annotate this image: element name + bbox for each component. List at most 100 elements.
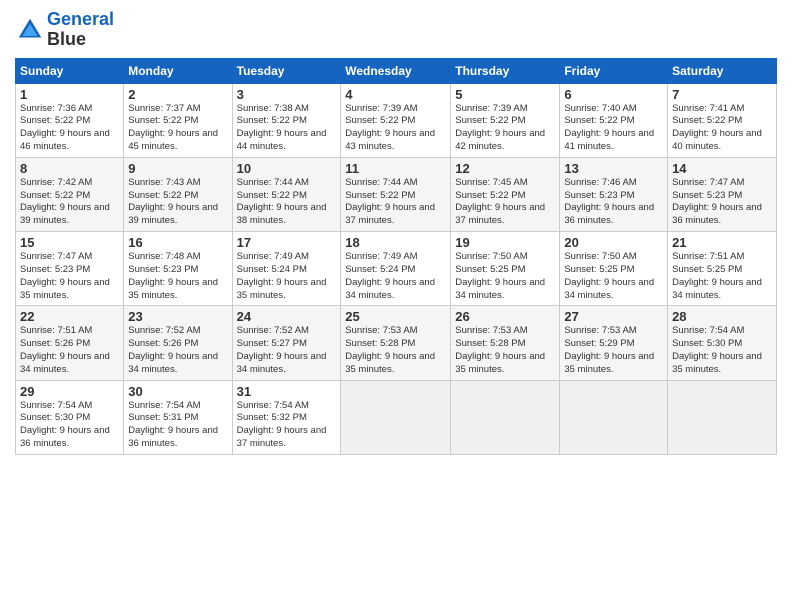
calendar-cell: 16 Sunrise: 7:48 AM Sunset: 5:23 PM Dayl…	[124, 232, 232, 306]
day-number: 18	[345, 235, 446, 250]
calendar-cell: 19 Sunrise: 7:50 AM Sunset: 5:25 PM Dayl…	[451, 232, 560, 306]
day-info: Sunrise: 7:53 AM Sunset: 5:29 PM Dayligh…	[564, 325, 663, 376]
day-info: Sunrise: 7:51 AM Sunset: 5:25 PM Dayligh…	[672, 251, 772, 302]
calendar-cell: 14 Sunrise: 7:47 AM Sunset: 5:23 PM Dayl…	[668, 157, 777, 231]
calendar-cell: 2 Sunrise: 7:37 AM Sunset: 5:22 PM Dayli…	[124, 83, 232, 157]
calendar-cell: 10 Sunrise: 7:44 AM Sunset: 5:22 PM Dayl…	[232, 157, 341, 231]
calendar-cell: 11 Sunrise: 7:44 AM Sunset: 5:22 PM Dayl…	[341, 157, 451, 231]
day-header: Thursday	[451, 58, 560, 83]
day-header: Saturday	[668, 58, 777, 83]
calendar-cell: 12 Sunrise: 7:45 AM Sunset: 5:22 PM Dayl…	[451, 157, 560, 231]
calendar-week-row: 1 Sunrise: 7:36 AM Sunset: 5:22 PM Dayli…	[16, 83, 777, 157]
day-info: Sunrise: 7:46 AM Sunset: 5:23 PM Dayligh…	[564, 177, 663, 228]
day-header: Monday	[124, 58, 232, 83]
calendar-cell: 25 Sunrise: 7:53 AM Sunset: 5:28 PM Dayl…	[341, 306, 451, 380]
day-number: 31	[237, 384, 337, 399]
day-info: Sunrise: 7:50 AM Sunset: 5:25 PM Dayligh…	[564, 251, 663, 302]
day-number: 12	[455, 161, 555, 176]
calendar-cell: 3 Sunrise: 7:38 AM Sunset: 5:22 PM Dayli…	[232, 83, 341, 157]
day-info: Sunrise: 7:47 AM Sunset: 5:23 PM Dayligh…	[20, 251, 119, 302]
day-number: 29	[20, 384, 119, 399]
calendar-cell: 20 Sunrise: 7:50 AM Sunset: 5:25 PM Dayl…	[560, 232, 668, 306]
day-number: 9	[128, 161, 227, 176]
day-number: 7	[672, 87, 772, 102]
day-number: 30	[128, 384, 227, 399]
calendar-cell: 30 Sunrise: 7:54 AM Sunset: 5:31 PM Dayl…	[124, 380, 232, 454]
calendar-cell: 18 Sunrise: 7:49 AM Sunset: 5:24 PM Dayl…	[341, 232, 451, 306]
day-info: Sunrise: 7:39 AM Sunset: 5:22 PM Dayligh…	[345, 103, 446, 154]
day-number: 23	[128, 309, 227, 324]
calendar-cell: 27 Sunrise: 7:53 AM Sunset: 5:29 PM Dayl…	[560, 306, 668, 380]
calendar-cell: 6 Sunrise: 7:40 AM Sunset: 5:22 PM Dayli…	[560, 83, 668, 157]
day-info: Sunrise: 7:49 AM Sunset: 5:24 PM Dayligh…	[237, 251, 337, 302]
page-container: General Blue SundayMondayTuesdayWednesda…	[0, 0, 792, 465]
day-number: 20	[564, 235, 663, 250]
calendar-cell: 17 Sunrise: 7:49 AM Sunset: 5:24 PM Dayl…	[232, 232, 341, 306]
calendar-cell: 13 Sunrise: 7:46 AM Sunset: 5:23 PM Dayl…	[560, 157, 668, 231]
calendar-cell	[341, 380, 451, 454]
day-number: 19	[455, 235, 555, 250]
calendar-table: SundayMondayTuesdayWednesdayThursdayFrid…	[15, 58, 777, 455]
day-info: Sunrise: 7:36 AM Sunset: 5:22 PM Dayligh…	[20, 103, 119, 154]
day-info: Sunrise: 7:44 AM Sunset: 5:22 PM Dayligh…	[237, 177, 337, 228]
calendar-cell: 21 Sunrise: 7:51 AM Sunset: 5:25 PM Dayl…	[668, 232, 777, 306]
calendar-cell: 26 Sunrise: 7:53 AM Sunset: 5:28 PM Dayl…	[451, 306, 560, 380]
day-number: 2	[128, 87, 227, 102]
day-info: Sunrise: 7:45 AM Sunset: 5:22 PM Dayligh…	[455, 177, 555, 228]
day-number: 28	[672, 309, 772, 324]
day-number: 26	[455, 309, 555, 324]
day-info: Sunrise: 7:54 AM Sunset: 5:30 PM Dayligh…	[672, 325, 772, 376]
calendar-cell: 9 Sunrise: 7:43 AM Sunset: 5:22 PM Dayli…	[124, 157, 232, 231]
page-header: General Blue	[15, 10, 777, 50]
day-number: 1	[20, 87, 119, 102]
calendar-week-row: 22 Sunrise: 7:51 AM Sunset: 5:26 PM Dayl…	[16, 306, 777, 380]
calendar-cell	[560, 380, 668, 454]
day-number: 16	[128, 235, 227, 250]
day-header: Wednesday	[341, 58, 451, 83]
day-number: 5	[455, 87, 555, 102]
day-info: Sunrise: 7:38 AM Sunset: 5:22 PM Dayligh…	[237, 103, 337, 154]
calendar-cell: 31 Sunrise: 7:54 AM Sunset: 5:32 PM Dayl…	[232, 380, 341, 454]
day-info: Sunrise: 7:54 AM Sunset: 5:30 PM Dayligh…	[20, 400, 119, 451]
calendar-cell: 7 Sunrise: 7:41 AM Sunset: 5:22 PM Dayli…	[668, 83, 777, 157]
calendar-cell: 23 Sunrise: 7:52 AM Sunset: 5:26 PM Dayl…	[124, 306, 232, 380]
logo-text: General Blue	[47, 10, 114, 50]
day-number: 24	[237, 309, 337, 324]
day-header: Sunday	[16, 58, 124, 83]
day-info: Sunrise: 7:53 AM Sunset: 5:28 PM Dayligh…	[345, 325, 446, 376]
day-header: Friday	[560, 58, 668, 83]
day-info: Sunrise: 7:42 AM Sunset: 5:22 PM Dayligh…	[20, 177, 119, 228]
day-number: 22	[20, 309, 119, 324]
calendar-cell	[668, 380, 777, 454]
day-number: 13	[564, 161, 663, 176]
calendar-cell: 29 Sunrise: 7:54 AM Sunset: 5:30 PM Dayl…	[16, 380, 124, 454]
calendar-cell: 5 Sunrise: 7:39 AM Sunset: 5:22 PM Dayli…	[451, 83, 560, 157]
day-info: Sunrise: 7:48 AM Sunset: 5:23 PM Dayligh…	[128, 251, 227, 302]
calendar-cell: 22 Sunrise: 7:51 AM Sunset: 5:26 PM Dayl…	[16, 306, 124, 380]
logo-icon	[15, 15, 45, 45]
day-number: 6	[564, 87, 663, 102]
day-number: 21	[672, 235, 772, 250]
day-info: Sunrise: 7:52 AM Sunset: 5:26 PM Dayligh…	[128, 325, 227, 376]
day-number: 8	[20, 161, 119, 176]
calendar-week-row: 8 Sunrise: 7:42 AM Sunset: 5:22 PM Dayli…	[16, 157, 777, 231]
day-number: 10	[237, 161, 337, 176]
day-info: Sunrise: 7:47 AM Sunset: 5:23 PM Dayligh…	[672, 177, 772, 228]
day-info: Sunrise: 7:54 AM Sunset: 5:32 PM Dayligh…	[237, 400, 337, 451]
day-info: Sunrise: 7:51 AM Sunset: 5:26 PM Dayligh…	[20, 325, 119, 376]
day-number: 4	[345, 87, 446, 102]
day-info: Sunrise: 7:50 AM Sunset: 5:25 PM Dayligh…	[455, 251, 555, 302]
day-header: Tuesday	[232, 58, 341, 83]
calendar-cell: 28 Sunrise: 7:54 AM Sunset: 5:30 PM Dayl…	[668, 306, 777, 380]
day-info: Sunrise: 7:54 AM Sunset: 5:31 PM Dayligh…	[128, 400, 227, 451]
calendar-week-row: 29 Sunrise: 7:54 AM Sunset: 5:30 PM Dayl…	[16, 380, 777, 454]
day-number: 25	[345, 309, 446, 324]
day-info: Sunrise: 7:53 AM Sunset: 5:28 PM Dayligh…	[455, 325, 555, 376]
day-info: Sunrise: 7:41 AM Sunset: 5:22 PM Dayligh…	[672, 103, 772, 154]
calendar-cell: 8 Sunrise: 7:42 AM Sunset: 5:22 PM Dayli…	[16, 157, 124, 231]
day-info: Sunrise: 7:39 AM Sunset: 5:22 PM Dayligh…	[455, 103, 555, 154]
day-info: Sunrise: 7:37 AM Sunset: 5:22 PM Dayligh…	[128, 103, 227, 154]
day-info: Sunrise: 7:44 AM Sunset: 5:22 PM Dayligh…	[345, 177, 446, 228]
day-info: Sunrise: 7:49 AM Sunset: 5:24 PM Dayligh…	[345, 251, 446, 302]
day-info: Sunrise: 7:40 AM Sunset: 5:22 PM Dayligh…	[564, 103, 663, 154]
